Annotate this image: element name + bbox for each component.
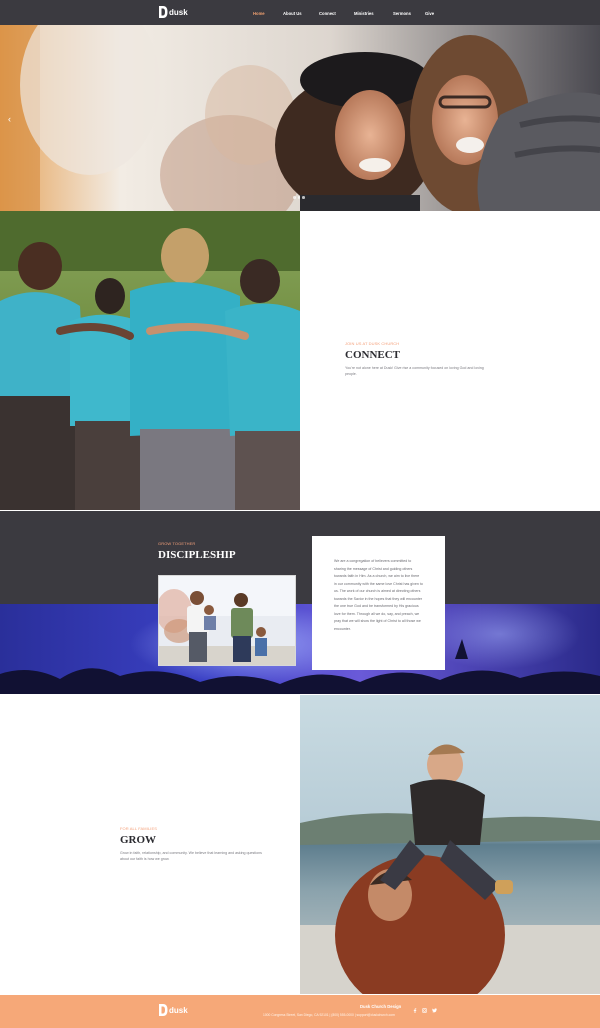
grow-title: GROW bbox=[120, 834, 157, 846]
discipleship-photo bbox=[158, 575, 296, 666]
page: dusk Home About Us Connect Ministries Se… bbox=[0, 0, 600, 1028]
grow-body: Grow in faith, relationship, and communi… bbox=[120, 851, 262, 861]
hero-image bbox=[0, 25, 600, 211]
grow-section: FOR ALL FAMILIES GROW Grow in faith, rel… bbox=[120, 826, 270, 862]
brand-logo[interactable]: dusk bbox=[158, 5, 188, 19]
twitter-icon[interactable] bbox=[432, 1008, 437, 1013]
footer-social-icons bbox=[412, 1008, 437, 1013]
site-header: dusk Home About Us Connect Ministries Se… bbox=[0, 0, 600, 25]
grow-image bbox=[300, 695, 600, 994]
hero-prev-arrow-icon[interactable]: ‹ bbox=[8, 114, 11, 124]
nav-connect[interactable]: Connect bbox=[319, 11, 354, 16]
nav-about-us[interactable]: About Us bbox=[283, 11, 319, 16]
logo-mark-icon bbox=[158, 5, 168, 19]
discipleship-band-image bbox=[0, 604, 600, 694]
discipleship-card: We are a congregation of believers commi… bbox=[312, 536, 445, 670]
connect-section: JOIN US AT DUSK CHURCH CONNECT You're no… bbox=[345, 341, 495, 377]
footer-logo-mark-icon bbox=[158, 1003, 168, 1017]
footer-logo-text: dusk bbox=[169, 1005, 188, 1015]
hero-slider[interactable]: ‹ bbox=[0, 25, 600, 211]
footer-address: 1000 Congress Street, San Diego, CA 9210… bbox=[263, 1013, 395, 1017]
hero-pagination bbox=[293, 196, 305, 199]
footer-title: Dusk Church Design bbox=[360, 1004, 402, 1009]
hero-dot-1[interactable] bbox=[293, 196, 296, 199]
discipleship-body: We are a congregation of believers commi… bbox=[334, 559, 423, 631]
logo-text: dusk bbox=[169, 7, 188, 17]
grow-eyebrow: FOR ALL FAMILIES bbox=[120, 826, 158, 831]
nav-sermons[interactable]: Sermons bbox=[393, 11, 425, 16]
connect-title: CONNECT bbox=[345, 349, 401, 361]
facebook-icon[interactable] bbox=[412, 1008, 417, 1013]
hero-dot-3[interactable] bbox=[302, 196, 305, 199]
connect-body: You're not alone here at Dusk! Give rise… bbox=[345, 366, 484, 376]
discipleship-title: DISCIPLESHIP bbox=[158, 549, 236, 561]
main-nav: Home About Us Connect Ministries Sermons… bbox=[253, 11, 445, 16]
connect-image bbox=[0, 211, 300, 510]
site-footer: dusk Dusk Church Design 1000 Congress St… bbox=[0, 995, 600, 1028]
discipleship-background bbox=[0, 511, 600, 605]
nav-ministries[interactable]: Ministries bbox=[354, 11, 393, 16]
instagram-icon[interactable] bbox=[422, 1008, 427, 1013]
discipleship-section: GROW TOGETHER DISCIPLESHIP bbox=[158, 541, 236, 561]
nav-home[interactable]: Home bbox=[253, 11, 283, 16]
connect-eyebrow: JOIN US AT DUSK CHURCH bbox=[345, 341, 400, 346]
hero-dot-2[interactable] bbox=[297, 196, 300, 199]
discipleship-eyebrow: GROW TOGETHER bbox=[158, 541, 196, 546]
footer-logo[interactable]: dusk bbox=[158, 1003, 188, 1017]
nav-give[interactable]: Give bbox=[425, 11, 445, 16]
